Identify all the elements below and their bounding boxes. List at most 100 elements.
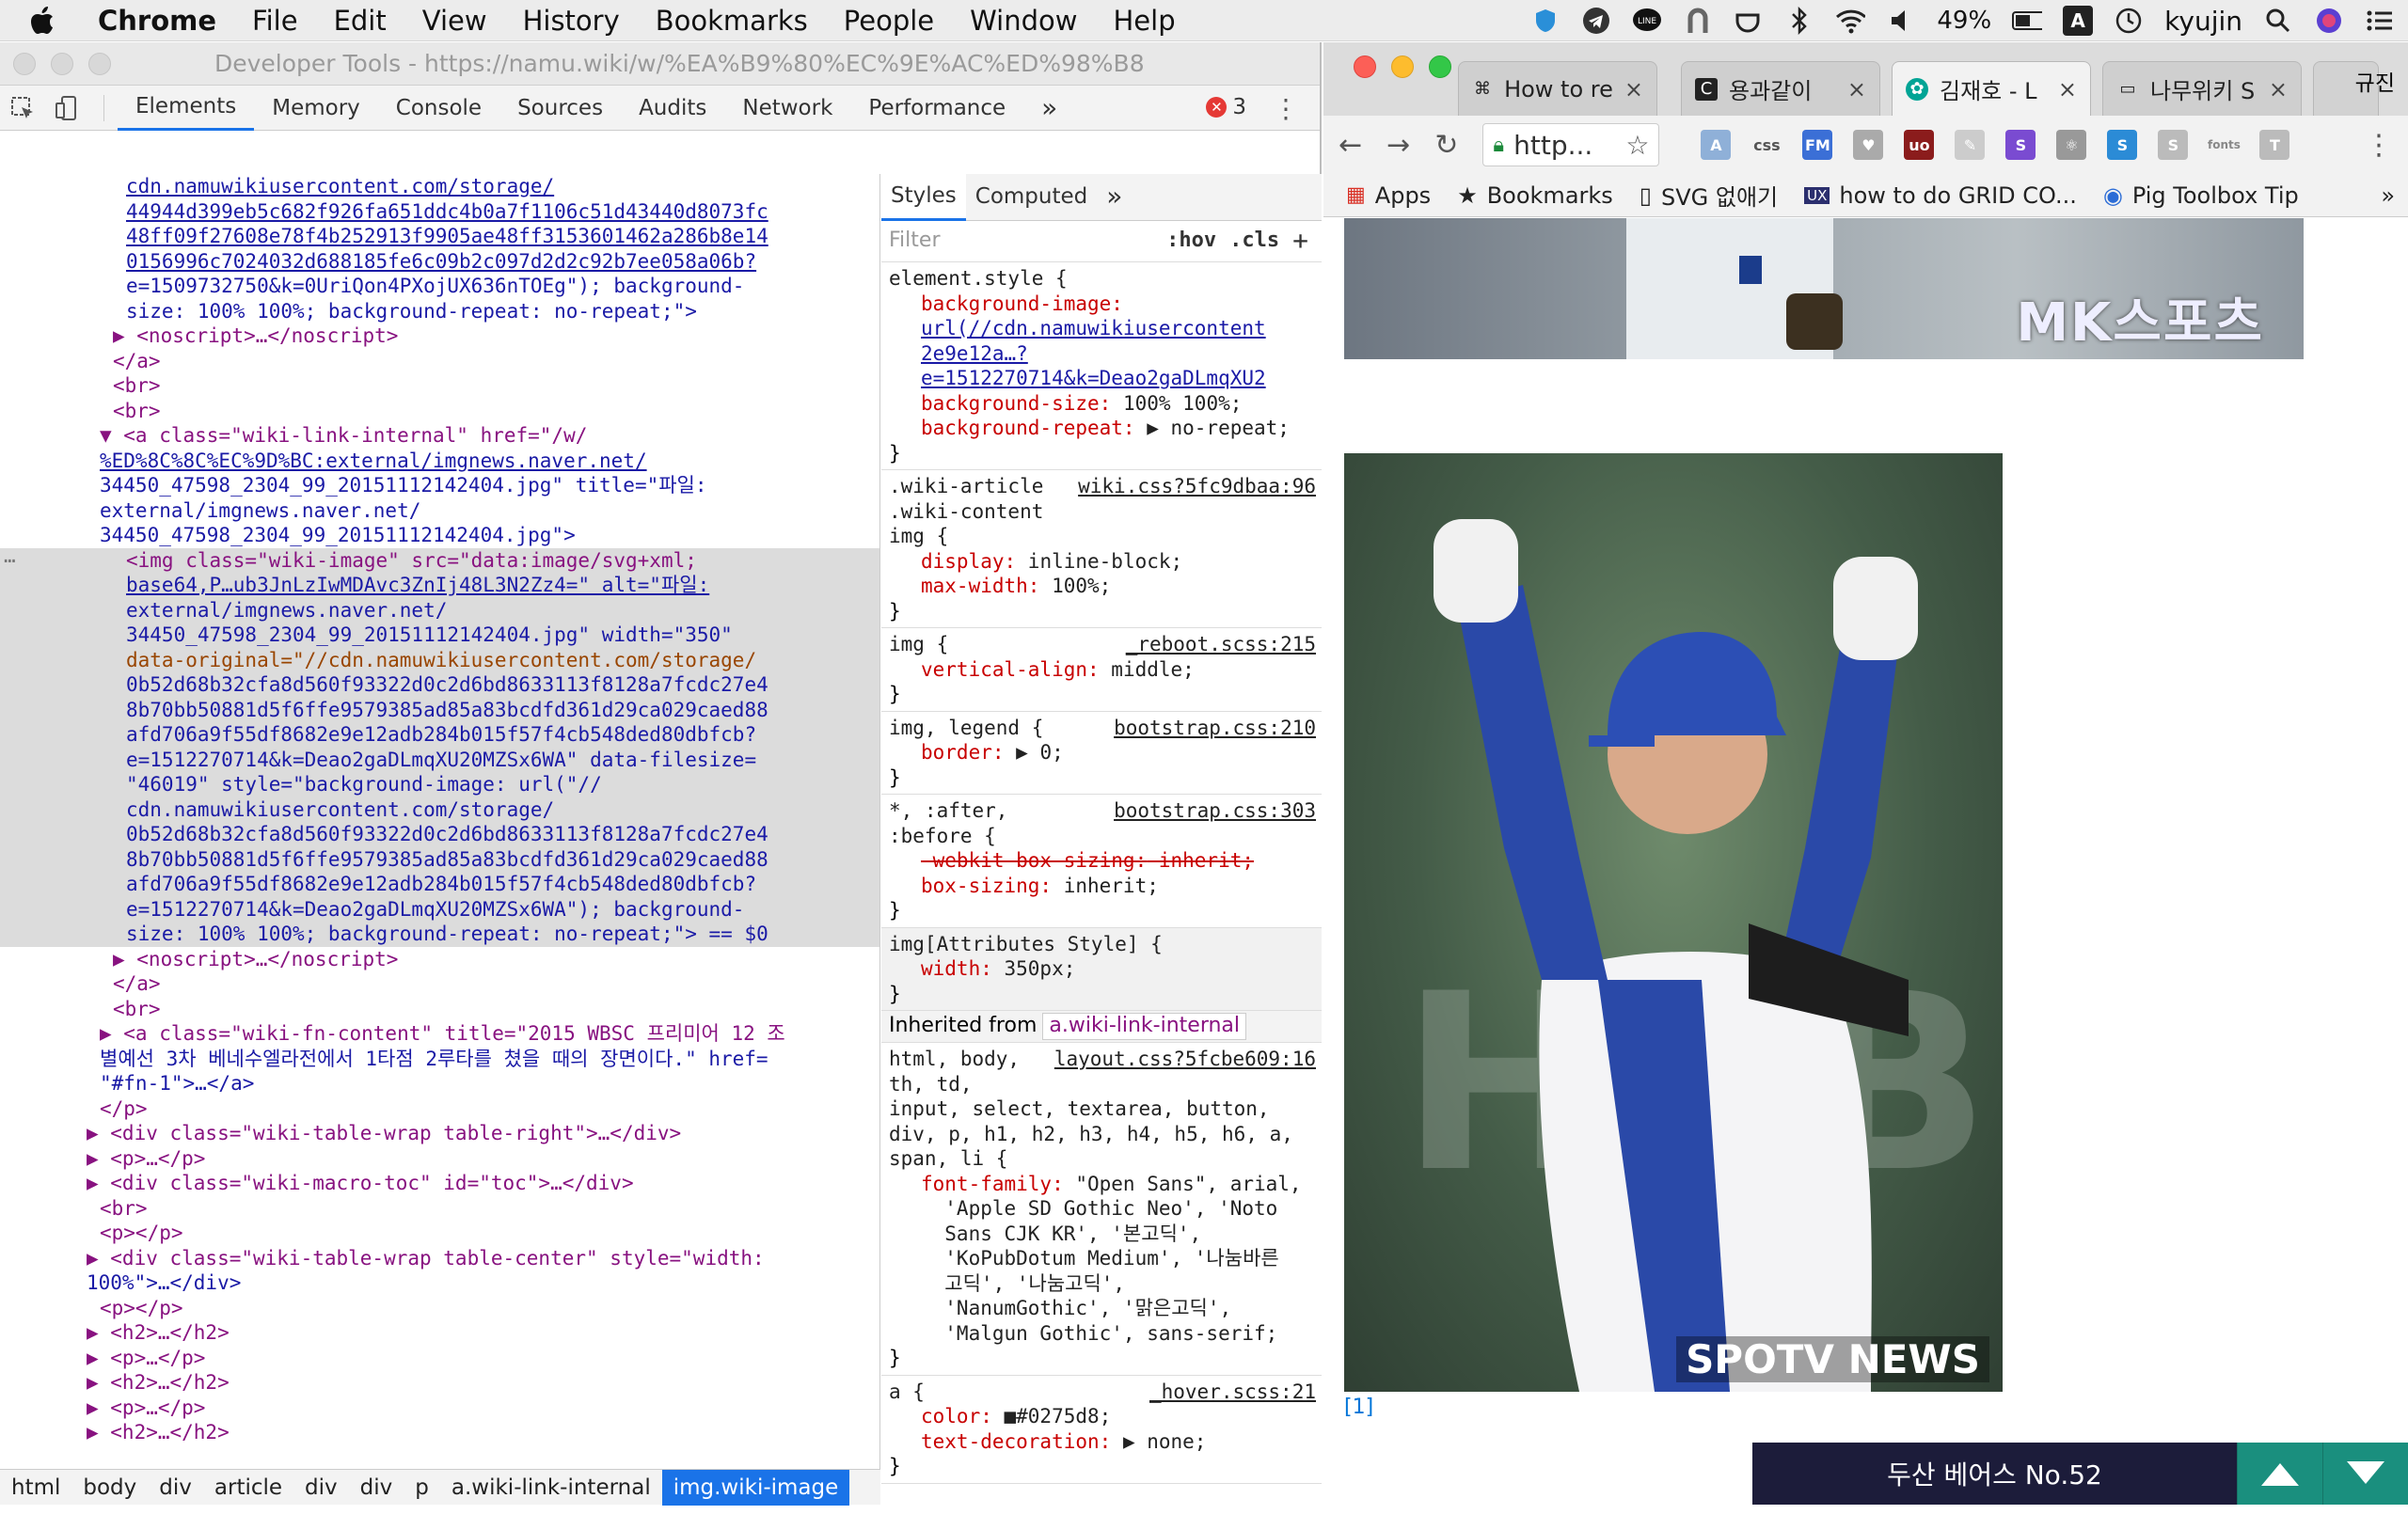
style-property[interactable]: 'Apple SD Gothic Neo', 'Noto xyxy=(889,1196,1316,1222)
menu-view[interactable]: View xyxy=(404,5,505,37)
breadcrumb-item[interactable]: div xyxy=(148,1470,203,1506)
dom-node-line[interactable]: </a> xyxy=(0,349,879,374)
siri-icon[interactable] xyxy=(2314,6,2344,36)
dom-node-line[interactable]: ▼ <a class="wiki-link-internal" href="/w… xyxy=(0,423,879,449)
style-property[interactable]: 'NanumGothic', '맑은고딕', xyxy=(889,1296,1316,1321)
style-property[interactable]: background-size: 100% 100%; xyxy=(889,391,1316,417)
inspect-element-icon[interactable] xyxy=(0,95,45,121)
dom-node-line[interactable]: ▶ <div class="wiki-macro-toc" id="toc">…… xyxy=(0,1171,879,1196)
dom-node-line[interactable]: size: 100% 100%; background-repeat: no-r… xyxy=(0,299,879,324)
browser-tab-2[interactable]: C 용과같이 × xyxy=(1681,61,1880,116)
footnote-link[interactable]: [1] xyxy=(1344,1396,1373,1419)
style-property[interactable]: text-decoration: ▶ none; xyxy=(889,1429,1316,1455)
dom-node-line[interactable]: <br> xyxy=(0,1196,879,1222)
dom-node-line[interactable]: ▶ <noscript>…</noscript> xyxy=(0,947,879,972)
dom-node-line[interactable]: cdn.namuwikiusercontent.com/storage/ xyxy=(0,174,879,199)
input-source-icon[interactable]: A xyxy=(2063,6,2094,36)
s-gray-extension-icon[interactable]: S xyxy=(2158,130,2189,160)
style-property[interactable]: color: ■#0275d8; xyxy=(889,1404,1316,1429)
dom-node-line[interactable]: data-original="//cdn.namuwikiusercontent… xyxy=(0,647,879,672)
scroll-down-button[interactable] xyxy=(2322,1443,2408,1505)
menu-app-chrome[interactable]: Chrome xyxy=(85,5,234,37)
bookmark-pig-toolbox[interactable]: ◉ Pig Toolbox Tip xyxy=(2103,182,2299,209)
dom-node-line[interactable]: cdn.namuwikiusercontent.com/storage/ xyxy=(0,797,879,822)
menu-people[interactable]: People xyxy=(826,5,952,37)
volume-icon[interactable] xyxy=(1886,6,1916,36)
tab-network[interactable]: Network xyxy=(724,86,850,131)
dom-node-line[interactable]: e=1509732750&k=0UriQon4PXojUX636nTOEg");… xyxy=(0,274,879,299)
hover-state-toggle[interactable]: :hov xyxy=(1166,229,1216,254)
styles-more-tabs-button[interactable]: » xyxy=(1097,174,1132,221)
style-property[interactable]: e=1512270714&k=Deao2gaDLmqXU2 xyxy=(889,366,1316,391)
style-property[interactable]: background-image: xyxy=(889,292,1316,317)
wifi-icon[interactable] xyxy=(1835,6,1866,36)
bookmark-bookmarks[interactable]: ★ Bookmarks xyxy=(1457,182,1613,209)
close-tab-icon[interactable]: × xyxy=(2058,76,2077,103)
close-window-button[interactable] xyxy=(13,52,36,75)
new-style-rule-icon[interactable]: + xyxy=(1292,228,1308,254)
tab-audits[interactable]: Audits xyxy=(621,86,724,131)
browser-tab-1[interactable]: ⌘ How to re × xyxy=(1458,61,1657,116)
inherited-element-link[interactable]: a.wiki-link-internal xyxy=(1042,1013,1247,1040)
breadcrumb-item[interactable]: body xyxy=(71,1470,148,1506)
reload-icon[interactable]: ↻ xyxy=(1434,129,1458,162)
user-name[interactable]: kyujin xyxy=(2164,6,2242,37)
breadcrumb-item[interactable]: html xyxy=(0,1470,71,1506)
close-tab-icon[interactable]: × xyxy=(2269,76,2288,103)
dom-node-line[interactable]: ▶ <p>…</p> xyxy=(0,1396,879,1421)
profile-name[interactable]: 규진 xyxy=(2355,65,2395,97)
error-counter[interactable]: ✕ 3 xyxy=(1206,95,1246,119)
browser-menu-icon[interactable]: ⋮ xyxy=(2365,129,2393,162)
tab-memory[interactable]: Memory xyxy=(254,86,378,131)
breadcrumb-item[interactable]: img.wiki-image xyxy=(661,1469,850,1506)
browser-tab-4[interactable]: ▭ 나무위키 S × xyxy=(2102,61,2302,116)
dom-node-line[interactable]: 0156996c7024032d688185fe6c09b2c097d2d2c9… xyxy=(0,249,879,275)
dom-node-line[interactable]: 34450_47598_2304_99_20151112142404.jpg" … xyxy=(0,623,879,648)
device-toolbar-icon[interactable] xyxy=(45,95,90,121)
telegram-icon[interactable] xyxy=(1581,6,1611,36)
dom-node-line[interactable]: ▶ <h2>…</h2> xyxy=(0,1420,879,1445)
style-rule[interactable]: img, legend {bootstrap.css:210 border: ▶ … xyxy=(881,712,1322,795)
dom-node-line[interactable]: ▶ <h2>…</h2> xyxy=(0,1320,879,1346)
dom-node-line[interactable]: <p></p> xyxy=(0,1221,879,1246)
menu-help[interactable]: Help xyxy=(1095,5,1193,37)
bookmark-apps[interactable]: ▦ Apps xyxy=(1346,182,1431,209)
close-tab-icon[interactable]: × xyxy=(1847,76,1866,103)
bookmark-grid[interactable]: UX how to do GRID CO... xyxy=(1804,182,2077,209)
style-property[interactable]: -webkit-box-sizing: inherit; xyxy=(889,848,1316,874)
style-property[interactable]: font-family: "Open Sans", arial, xyxy=(889,1172,1316,1197)
t-extension-icon[interactable]: T xyxy=(2259,130,2290,160)
dom-node-line[interactable]: ▶ <div class="wiki-table-wrap table-cent… xyxy=(0,1246,879,1271)
style-property[interactable]: max-width: 100%; xyxy=(889,574,1316,599)
dom-node-line[interactable]: 100%">…</div> xyxy=(0,1270,879,1296)
dom-node-line[interactable]: ▶ <p>…</p> xyxy=(0,1146,879,1172)
dom-node-line[interactable]: external/imgnews.naver.net/ xyxy=(0,597,879,623)
breadcrumb-item[interactable]: article xyxy=(203,1470,293,1506)
style-rule[interactable]: *, :after, :before {bootstrap.css:303 -we… xyxy=(881,795,1322,928)
dom-node-line[interactable]: e=1512270714&k=Deao2gaDLmqXU20MZSx6WA");… xyxy=(0,896,879,922)
dom-node-line[interactable]: e=1512270714&k=Deao2gaDLmqXU20MZSx6WA" d… xyxy=(0,747,879,772)
dom-node-line[interactable]: 0b52d68b32cfa8d560f93322d0c2d6bd8633113f… xyxy=(0,672,879,698)
rule-source-link[interactable]: _reboot.scss:215 xyxy=(1126,632,1316,657)
bookmark-svg[interactable]: ▯ SVG 없애기 xyxy=(1640,179,1778,212)
tab-console[interactable]: Console xyxy=(378,86,499,131)
dom-node-line[interactable]: ▶ <noscript>…</noscript> xyxy=(0,323,879,349)
style-rule[interactable]: a {_hover.scss:21 color: ■#0275d8; text-de… xyxy=(881,1376,1322,1484)
dom-node-line[interactable]: %ED%8C%8C%EC%9D%BC:external/imgnews.nave… xyxy=(0,449,879,474)
style-property[interactable]: Sans CJK KR', '본고딕', xyxy=(889,1222,1316,1247)
line-icon[interactable]: LINE xyxy=(1632,6,1662,36)
tab-performance[interactable]: Performance xyxy=(850,86,1023,131)
dom-node-line[interactable]: 0b52d68b32cfa8d560f93322d0c2d6bd8633113f… xyxy=(0,822,879,847)
extension-icon-1[interactable]: A xyxy=(1701,130,1732,160)
dom-node-line[interactable]: ▶ <div class="wiki-table-wrap table-righ… xyxy=(0,1121,879,1146)
battery-icon[interactable] xyxy=(2012,6,2043,36)
breadcrumb-item[interactable]: div xyxy=(293,1470,349,1506)
coffee-cup-icon[interactable] xyxy=(1734,6,1764,36)
dom-node-line[interactable]: 34450_47598_2304_99_20151112142404.jpg"> xyxy=(0,523,879,548)
style-property[interactable]: 2e9e12a…? xyxy=(889,341,1316,367)
dom-node-line[interactable]: "46019" style="background-image: url("// xyxy=(0,772,879,797)
style-rule[interactable]: img[Attributes Style] {width: 350px;} xyxy=(881,927,1322,1011)
apple-menu-icon[interactable] xyxy=(0,0,85,41)
clock-icon[interactable] xyxy=(2114,6,2144,36)
scroll-up-button[interactable] xyxy=(2237,1443,2322,1505)
